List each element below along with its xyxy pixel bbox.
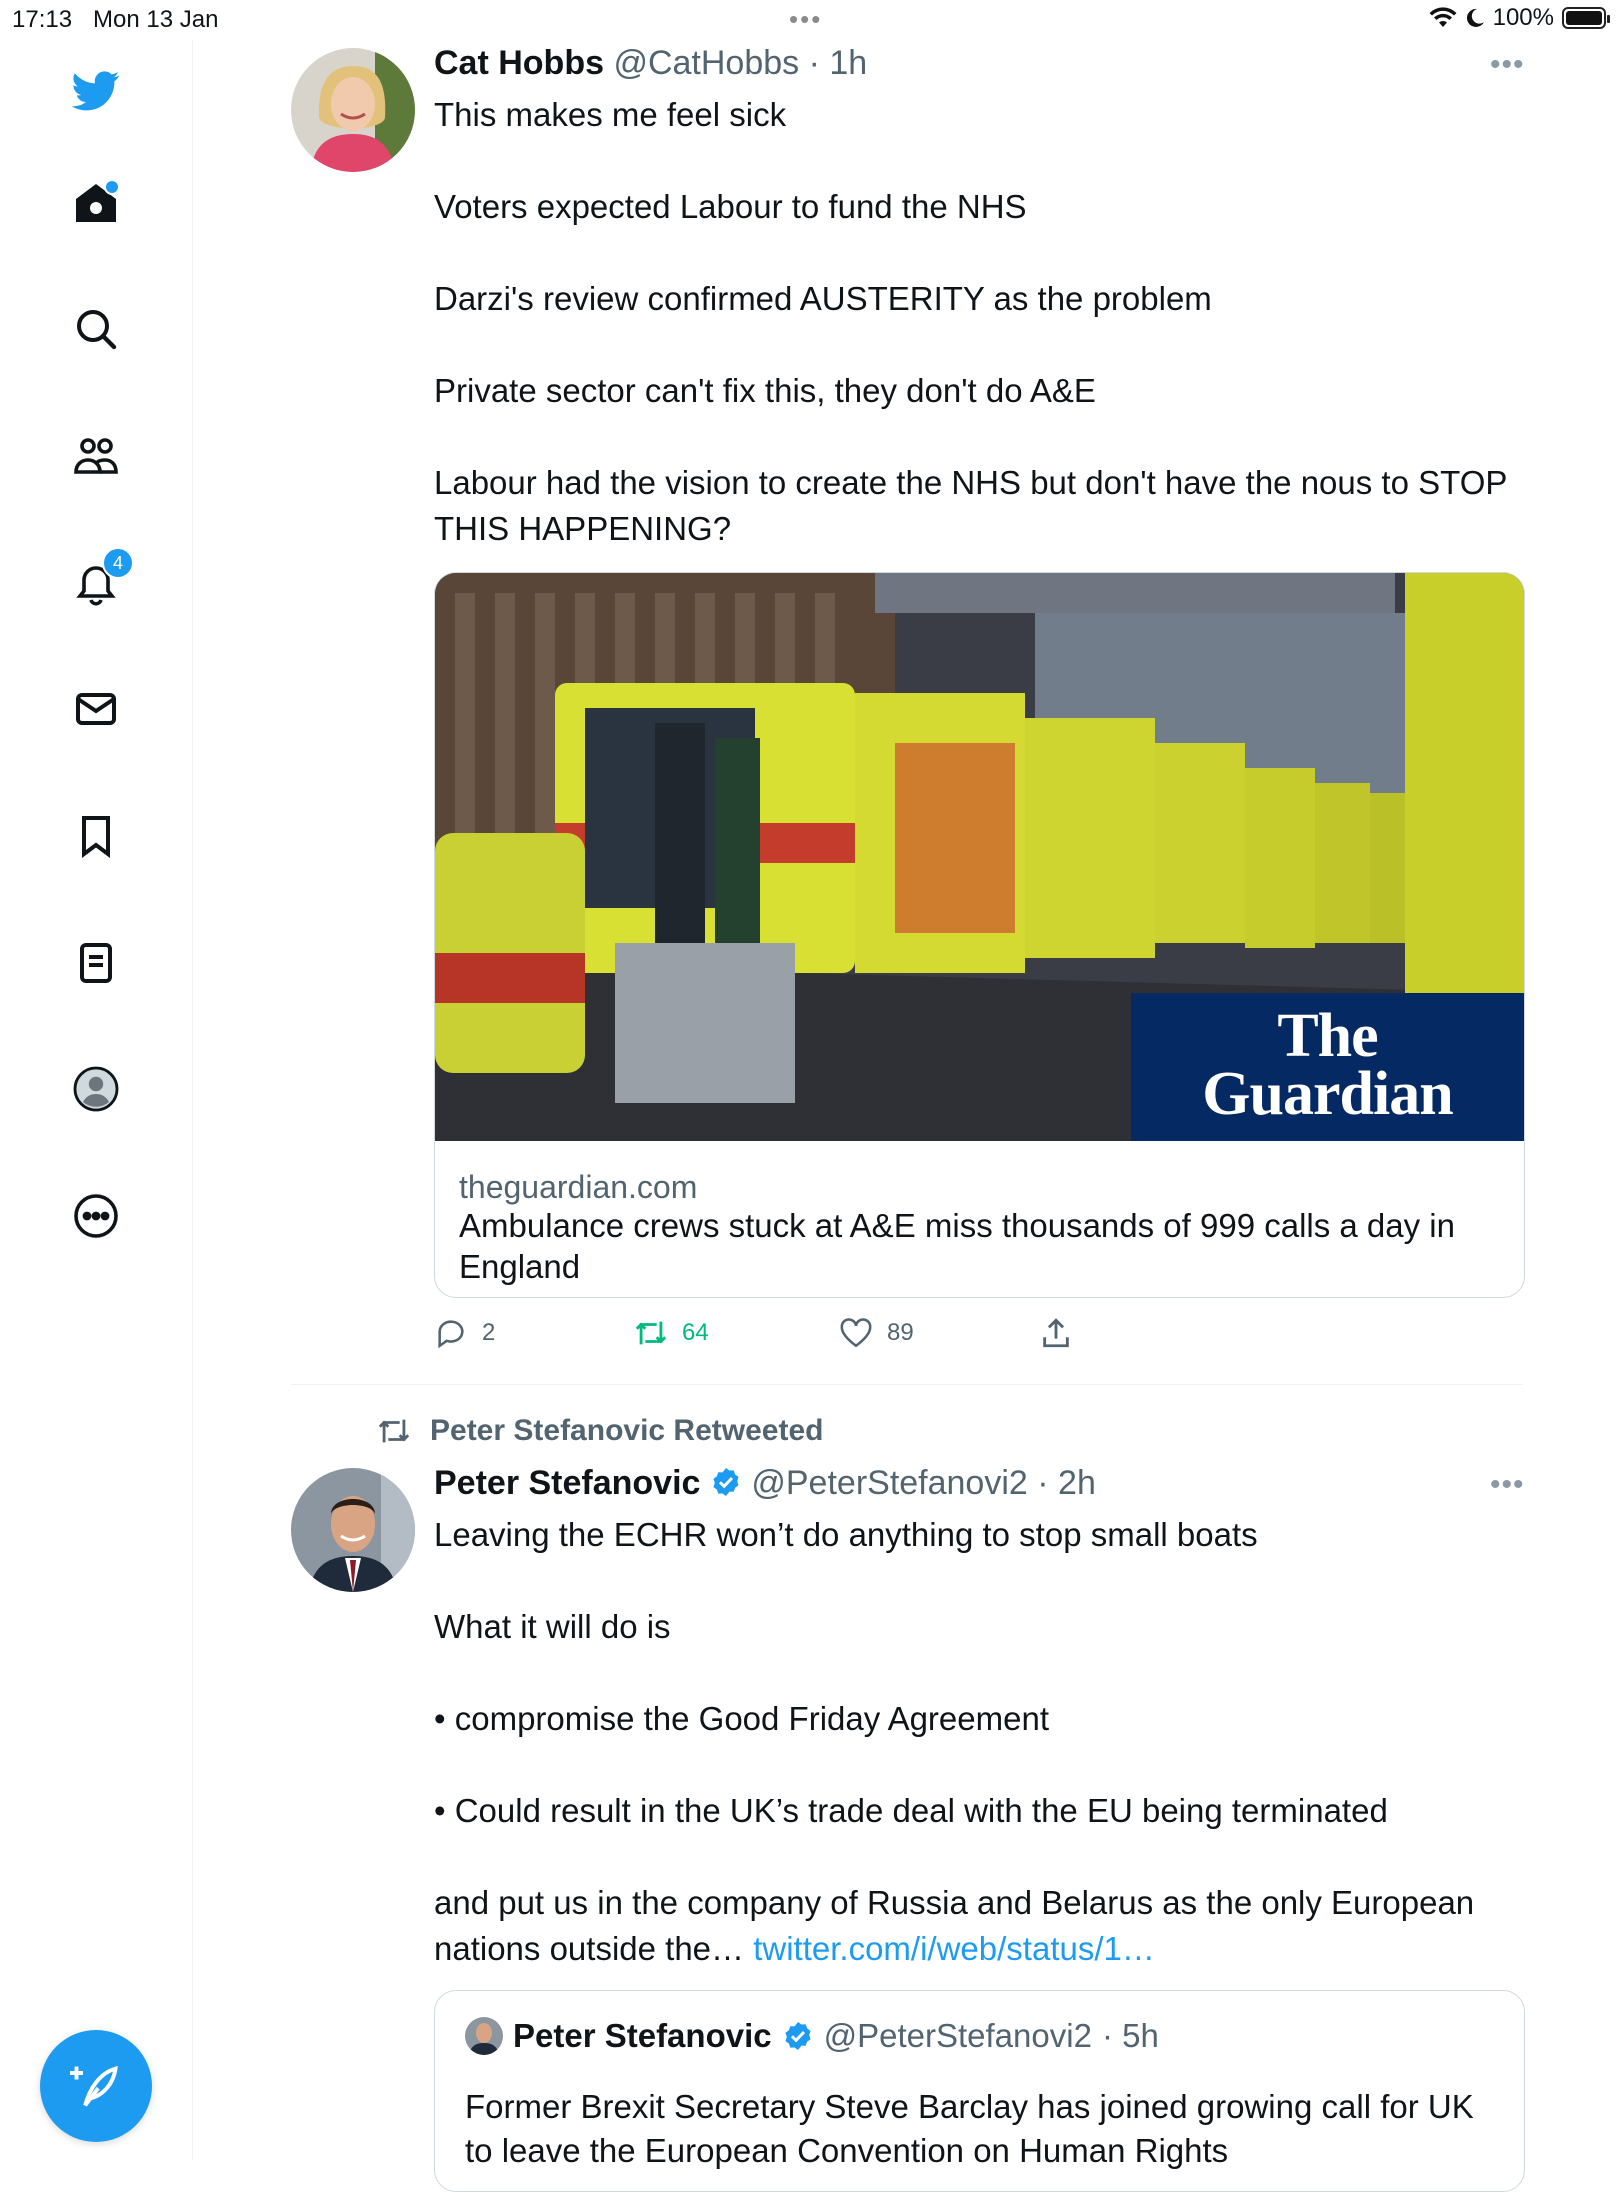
- share-icon: [1043, 1318, 1069, 1348]
- retweet-icon: [378, 1419, 410, 1443]
- card-domain: theguardian.com: [459, 1169, 698, 1205]
- share-button[interactable]: [1039, 1316, 1073, 1350]
- retweeted-by-label[interactable]: Peter Stefanovic Retweeted: [374, 1414, 823, 1448]
- notifications-badge: 4: [102, 547, 134, 579]
- avatar[interactable]: [291, 1468, 415, 1592]
- quote-avatar: [465, 2017, 503, 2055]
- author-name[interactable]: Peter Stefanovic: [434, 1464, 700, 1502]
- quote-time: · 5h: [1101, 2017, 1159, 2054]
- multitasking-dots[interactable]: •••: [789, 4, 822, 35]
- verified-badge-icon: [785, 2022, 811, 2050]
- quote-author-name: Peter Stefanovic: [513, 2017, 772, 2054]
- reply-count: 2: [482, 1319, 496, 1346]
- retweet-button[interactable]: 64: [634, 1316, 839, 1350]
- like-button[interactable]: 89: [839, 1316, 1039, 1350]
- moon-icon: [1466, 8, 1484, 27]
- guardian-logo: The Guardian: [1202, 1002, 1453, 1128]
- status-date: Mon 13 Jan: [93, 6, 219, 33]
- verified-badge-icon: [713, 1468, 739, 1496]
- sidebar: 4: [0, 40, 193, 2160]
- tweet-more-button[interactable]: •••: [1490, 48, 1525, 82]
- tweet-text: Leaving the ECHR won’t do anything to st…: [434, 1512, 1524, 1972]
- communities-icon[interactable]: [70, 430, 122, 482]
- retweet-count: 64: [682, 1319, 709, 1346]
- tweet-text: This makes me feel sick Voters expected …: [434, 96, 1507, 547]
- tweet-more-button[interactable]: •••: [1490, 1468, 1525, 1502]
- home-icon[interactable]: [70, 177, 122, 229]
- author-handle[interactable]: @PeterStefanovi2: [751, 1464, 1027, 1502]
- card-image: The Guardian: [435, 573, 1524, 1141]
- quote-header: Peter Stefanovic @PeterStefanovi2 · 5h: [465, 2017, 1159, 2055]
- heart-icon: [840, 1318, 872, 1348]
- author-handle[interactable]: @CatHobbs: [613, 44, 799, 82]
- compose-icon: [70, 2065, 118, 2107]
- avatar[interactable]: [291, 48, 415, 172]
- wifi-icon: [1429, 7, 1457, 27]
- lists-icon[interactable]: [70, 937, 122, 989]
- home-unread-dot: [104, 179, 120, 195]
- profile-icon[interactable]: [70, 1063, 122, 1115]
- messages-icon[interactable]: [70, 683, 122, 735]
- more-icon[interactable]: [70, 1190, 122, 1242]
- tweet-header: Peter Stefanovic @PeterStefanovi2 · 2h: [434, 1464, 1096, 1503]
- reply-button[interactable]: 2: [434, 1316, 634, 1350]
- retweeted-by-text: Peter Stefanovic Retweeted: [430, 1414, 824, 1447]
- tweet-body: Leaving the ECHR won’t do anything to st…: [434, 1516, 1475, 1967]
- twitter-logo-icon[interactable]: [70, 64, 122, 116]
- bookmarks-icon[interactable]: [70, 810, 122, 862]
- retweet-icon: [635, 1321, 667, 1345]
- battery-percent: 100%: [1492, 4, 1554, 31]
- status-bar: 17:13 Mon 13 Jan ••• 100%: [0, 0, 1620, 40]
- compose-tweet-button[interactable]: [40, 2030, 152, 2142]
- battery-icon: [1562, 7, 1610, 29]
- card-title: Ambulance crews stuck at A&E miss thousa…: [459, 1207, 1455, 1285]
- notifications-icon[interactable]: 4: [70, 547, 134, 609]
- tweet-header: Cat Hobbs @CatHobbs · 1h: [434, 44, 867, 83]
- tweet-link[interactable]: twitter.com/i/web/status/1…: [753, 1930, 1155, 1967]
- quoted-tweet[interactable]: Peter Stefanovic @PeterStefanovi2 · 5h F…: [434, 1990, 1525, 2192]
- search-icon[interactable]: [70, 303, 122, 355]
- tweet-time[interactable]: · 2h: [1037, 1464, 1096, 1502]
- quote-author-handle: @PeterStefanovi2: [823, 2017, 1092, 2054]
- tweet-divider: [291, 1384, 1523, 1385]
- status-right: 100%: [1429, 4, 1610, 32]
- reply-icon: [438, 1320, 464, 1349]
- author-name[interactable]: Cat Hobbs: [434, 44, 604, 82]
- status-time: 17:13: [12, 6, 73, 33]
- tweet-actions: 2 64 89: [434, 1316, 1094, 1350]
- like-count: 89: [887, 1319, 914, 1346]
- tweet-time[interactable]: · 1h: [809, 44, 868, 82]
- link-card[interactable]: The Guardian theguardian.com Ambulance c…: [434, 572, 1525, 1298]
